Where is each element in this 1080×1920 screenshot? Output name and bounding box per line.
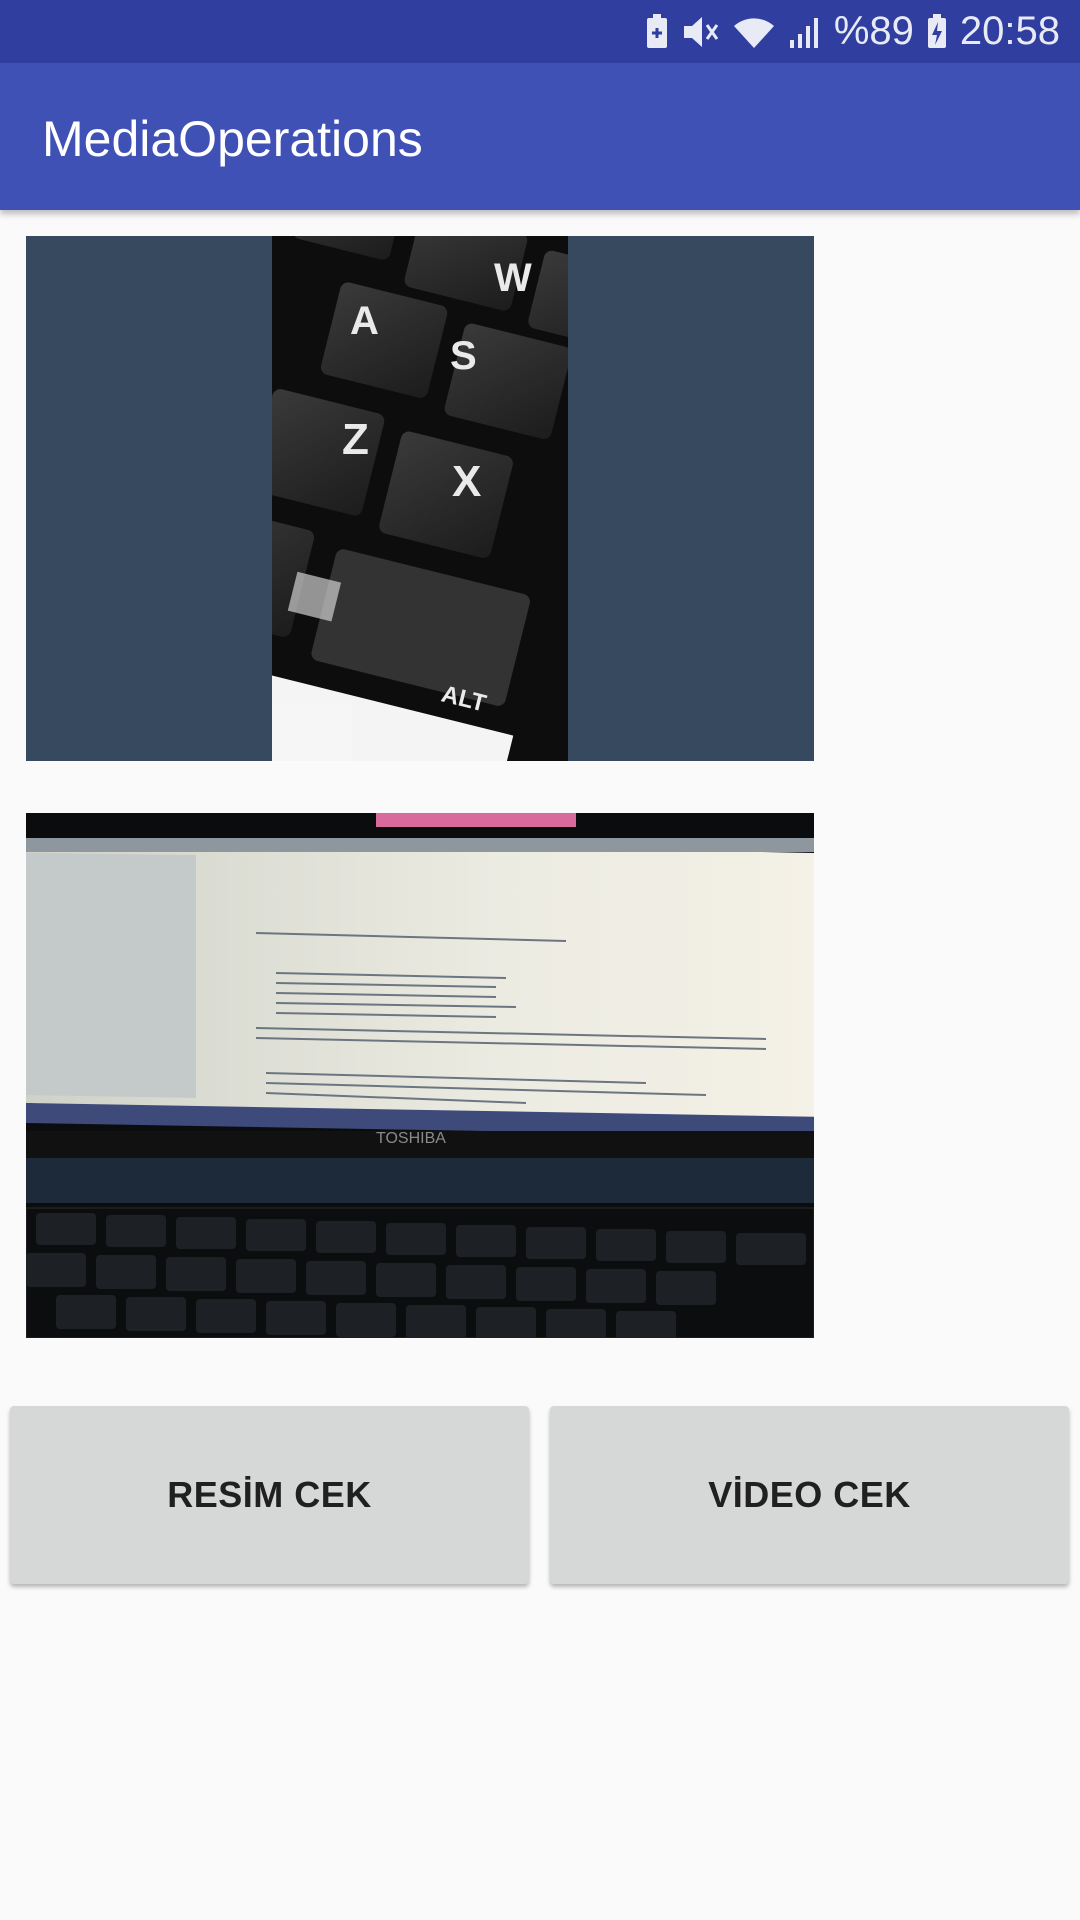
signal-icon xyxy=(788,14,822,50)
take-video-button[interactable]: VİDEO CEK xyxy=(550,1406,1069,1584)
app-bar: MediaOperations xyxy=(0,63,1080,210)
wifi-icon xyxy=(732,14,776,50)
key-label-z: Z xyxy=(342,415,369,464)
battery-icon xyxy=(926,13,948,50)
battery-saver-icon xyxy=(644,13,670,50)
keyboard-photo: W A S Z X ALT xyxy=(272,236,568,761)
photo-image-view: W A S Z X ALT xyxy=(26,236,814,761)
status-bar: %89 20:58 xyxy=(0,0,1080,63)
key-label-s: S xyxy=(450,334,477,378)
key-label-x: X xyxy=(452,457,481,506)
app-title: MediaOperations xyxy=(42,111,423,167)
take-photo-button[interactable]: RESİM CEK xyxy=(10,1406,529,1584)
key-label-w: W xyxy=(494,256,532,300)
battery-percent: %89 xyxy=(833,9,914,53)
status-icons: %89 20:58 xyxy=(644,0,1060,63)
laptop-brand-label: TOSHIBA xyxy=(376,1130,446,1147)
mute-icon xyxy=(682,14,720,50)
clock: 20:58 xyxy=(959,9,1060,53)
video-thumbnail-view: TOSHIBA xyxy=(26,813,814,1338)
key-label-a: A xyxy=(350,299,379,343)
